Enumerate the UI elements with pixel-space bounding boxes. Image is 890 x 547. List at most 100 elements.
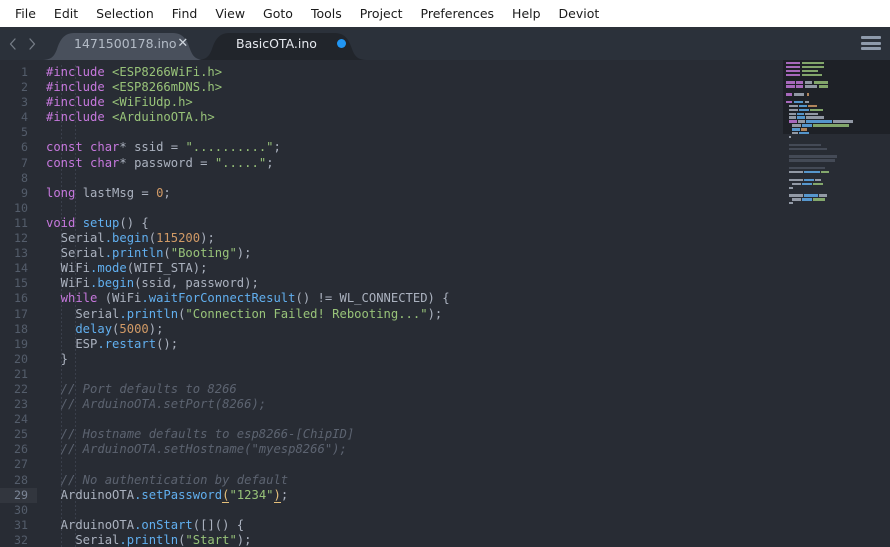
tab-inactive[interactable]: 1471500178.ino ✕ [41,27,206,60]
line-number: 2 [21,80,28,95]
code-token: "Start" [185,532,237,547]
code-line[interactable]: 31 ArduinoOTA.onStart([]() { [0,518,783,533]
code-line[interactable]: 17 Serial.println("Connection Failed! Re… [0,307,783,322]
code-token: #include [46,110,113,125]
menu-item-find[interactable]: Find [163,3,207,25]
line-number: 24 [14,412,28,427]
code-token: #include [46,65,113,79]
code-line[interactable]: 29 ArduinoOTA.setPassword("1234"); [0,487,783,503]
menu-item-file[interactable]: File [6,3,45,25]
code-text: // No authentication by default [46,473,783,488]
code-token: ; [266,155,274,170]
menu-item-preferences[interactable]: Preferences [412,3,504,25]
code-line[interactable]: 8 [0,171,783,186]
code-token: .begin [90,276,135,291]
menu-item-tools[interactable]: Tools [302,3,351,25]
code-token: "Connection Failed! Rebooting..." [185,306,428,321]
code-text: #include <WiFiUdp.h> [46,95,783,110]
tab-label: 1471500178.ino [74,36,177,51]
chevron-left-icon[interactable] [8,37,18,51]
code-line[interactable]: 10 [0,201,783,216]
line-number: 13 [14,246,28,261]
menu-item-goto[interactable]: Goto [254,3,302,25]
code-line[interactable]: 21 [0,367,783,382]
code-token: char [90,155,120,170]
line-number: 26 [14,442,28,457]
code-line[interactable]: 14 WiFi.mode(WIFI_STA); [0,261,783,276]
code-token: .println [119,532,179,547]
menu-item-help[interactable]: Help [503,3,550,25]
code-token: Serial [46,231,105,246]
line-number: 1 [21,65,28,79]
code-line[interactable]: 11 void setup() { [0,216,783,231]
code-token: "Booting" [170,246,237,261]
code-line[interactable]: 28 // No authentication by default [0,473,783,488]
code-line[interactable]: 16 while (WiFi.waitForConnectResult() !=… [0,291,783,306]
menu-item-deviot[interactable]: Deviot [550,3,609,25]
close-icon[interactable]: ✕ [177,37,189,50]
tab-modified-dot[interactable] [337,39,346,48]
menu-item-selection[interactable]: Selection [87,3,163,25]
code-token: .onStart [134,517,193,532]
code-text: #include <ESP8266mDNS.h> [46,80,783,95]
code-token: (WIFI_STA); [126,261,208,276]
code-line[interactable]: 9 long lastMsg = 0; [0,186,783,201]
hamburger-icon[interactable] [861,35,881,51]
code-token: .println [119,306,179,321]
code-token: ESP [46,336,98,351]
code-token: .println [104,246,164,261]
code-line[interactable]: 5 [0,125,783,140]
tab-active[interactable]: BasicOTA.ino [196,27,368,60]
line-number: 22 [14,381,28,396]
code-lines: 1 #include <ESP8266WiFi.h> 2 #include <ESP8… [0,65,783,547]
code-line[interactable]: 12 Serial.begin(115200); [0,231,783,246]
code-token: <ESP8266WiFi.h> [112,65,223,79]
code-line[interactable]: 7 const char* password = "....."; [0,156,783,171]
code-token: () != WL_CONNECTED) { [295,291,450,306]
code-text: WiFi.begin(ssid, password); [46,276,783,291]
menu-item-project[interactable]: Project [351,3,412,25]
code-token: long [46,185,83,200]
code-line[interactable]: 22 // Port defaults to 8266 [0,382,783,397]
code-line[interactable]: 4 #include <ArduinoOTA.h> [0,110,783,125]
code-line[interactable]: 24 [0,412,783,427]
code-token: Serial [46,532,120,547]
chevron-right-icon[interactable] [27,37,37,51]
line-number: 14 [14,261,28,276]
code-line[interactable]: 27 [0,457,783,472]
code-line[interactable]: 1 #include <ESP8266WiFi.h> [0,65,783,80]
code-line[interactable]: 15 WiFi.begin(ssid, password); [0,276,783,291]
line-number: 21 [14,366,28,381]
line-number: 9 [21,185,28,200]
code-line[interactable]: 25 // Hostname defaults to esp8266-[Chip… [0,427,783,442]
code-token: setup [82,215,120,230]
code-line[interactable]: 30 [0,503,783,518]
line-number: 18 [14,321,28,336]
code-line[interactable]: 23 // ArduinoOTA.setPort(8266); [0,397,783,412]
code-line[interactable]: 6 const char* ssid = ".........."; [0,140,783,155]
line-number: 31 [14,517,28,532]
code-line[interactable]: 13 Serial.println("Booting"); [0,246,783,261]
menu-item-edit[interactable]: Edit [45,3,87,25]
code-line[interactable]: 26 // ArduinoOTA.setHostname("myesp8266"… [0,442,783,457]
code-token: WiFi [46,276,91,291]
menu-item-view[interactable]: View [206,3,254,25]
tab-nav-arrows [0,27,41,60]
code-area[interactable]: 1 #include <ESP8266WiFi.h> 2 #include <ESP8… [0,60,783,547]
code-line[interactable]: 3 #include <WiFiUdp.h> [0,95,783,110]
code-token: ); [200,231,215,246]
line-number: 12 [14,231,28,246]
code-token: .waitForConnectResult [141,291,296,306]
code-line[interactable]: 2 #include <ESP8266mDNS.h> [0,80,783,95]
line-number: 15 [14,276,28,291]
code-line[interactable]: 19 ESP.restart(); [0,337,783,352]
code-line[interactable]: 18 delay(5000); [0,322,783,337]
minimap[interactable] [783,60,890,547]
code-text: // ArduinoOTA.setHostname("myesp8266"); [46,442,783,457]
code-line[interactable]: 32 Serial.println("Start"); [0,533,783,547]
code-line[interactable]: 20 } [0,352,783,367]
code-token: ( [163,246,171,261]
line-number: 23 [14,397,28,412]
code-text: Serial.println("Connection Failed! Reboo… [46,307,783,322]
code-text: ESP.restart(); [46,337,783,352]
